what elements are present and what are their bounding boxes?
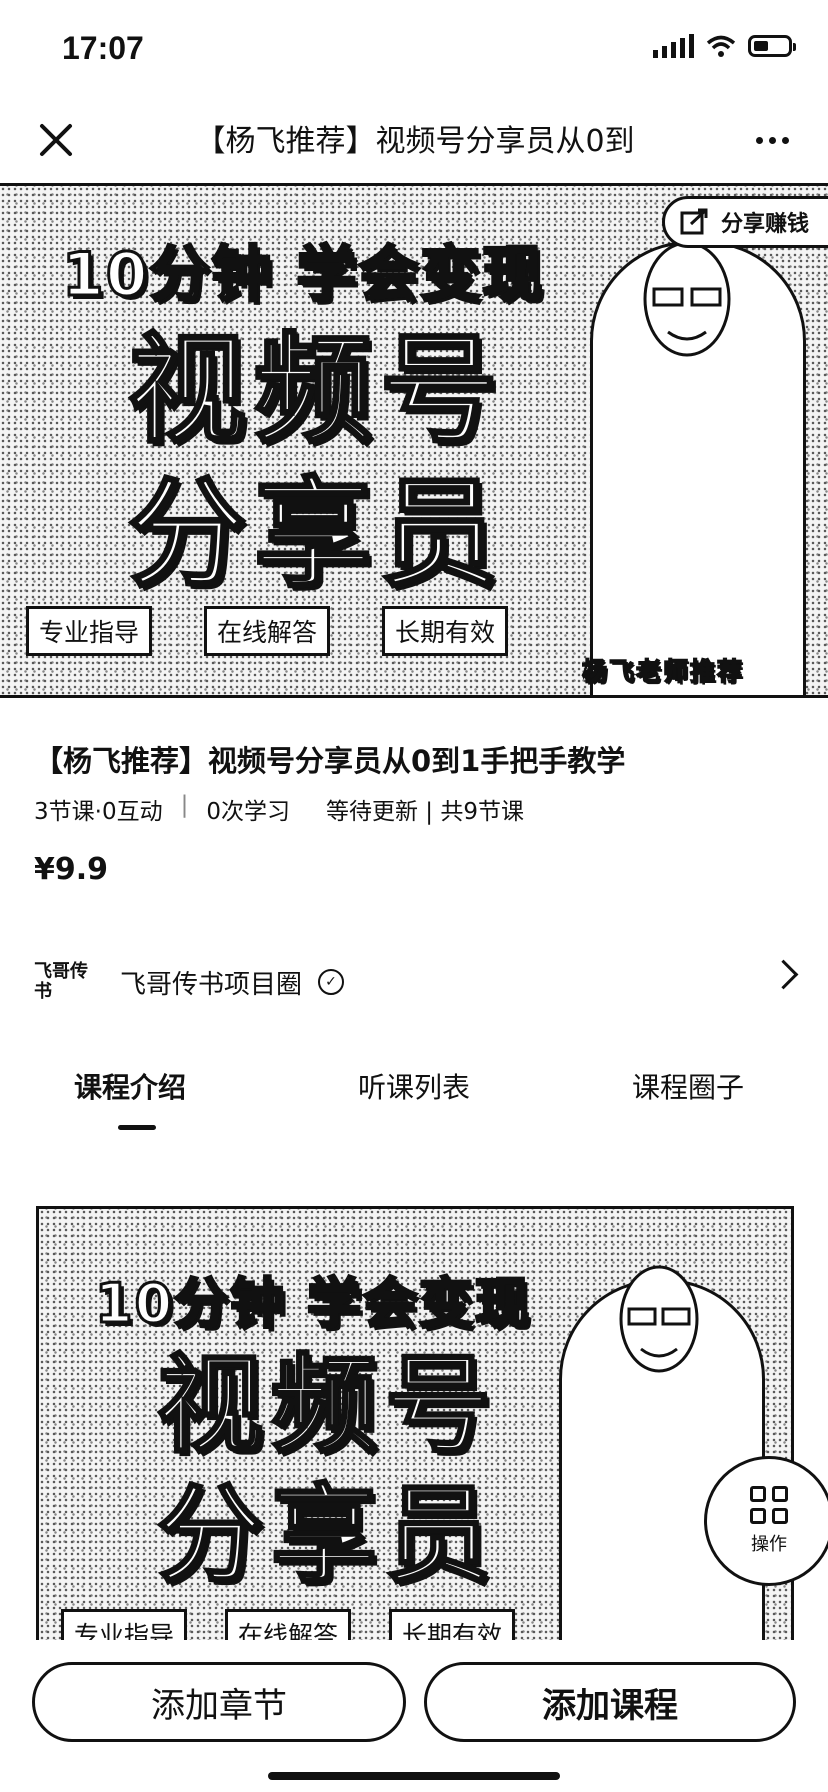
active-tab-indicator <box>118 1125 156 1130</box>
course-title: 【杨飞推荐】视频号分享员从0到1手把手教学 <box>34 744 626 778</box>
banner-tag: 长期有效 <box>382 606 509 656</box>
operations-button[interactable]: 操作 <box>704 1456 828 1586</box>
course-banner: 10分钟 学会变现 视频号 分享员 分享赚钱 专业指导 在线解答 长期有效 杨飞… <box>0 183 828 698</box>
cellular-signal-icon <box>653 34 694 58</box>
status-icons <box>653 34 796 58</box>
share-earn-button[interactable]: 分享赚钱 <box>662 196 828 248</box>
author-logo: 飞哥传书 <box>34 961 88 1002</box>
operations-label: 操作 <box>751 1534 787 1555</box>
banner-caption: 杨飞老师推荐 <box>581 656 745 687</box>
banner-tag: 专业指导 <box>26 606 153 656</box>
bottom-action-bar: 添加章节 添加课程 <box>0 1640 828 1792</box>
learner-count: 0次学习 <box>206 799 290 825</box>
status-time: 17:07 <box>62 30 144 66</box>
add-chapter-button[interactable]: 添加章节 <box>32 1662 406 1742</box>
banner-tag: 在线解答 <box>204 606 331 656</box>
home-indicator <box>268 1772 560 1780</box>
course-meta: 3节课·0互动 | 0次学习 等待更新 | 共9节课 <box>34 792 524 826</box>
close-icon[interactable] <box>34 118 78 162</box>
wifi-icon <box>706 35 736 57</box>
presenter-face-icon <box>619 1265 699 1373</box>
intro-poster: 10分钟 学会变现 视频号 分享员 专业指导 在线解答 长期有效 <box>36 1206 794 1646</box>
more-icon[interactable] <box>750 118 794 162</box>
page-title: 【杨飞推荐】视频号分享员从0到 <box>195 124 635 159</box>
share-icon <box>680 208 708 235</box>
chevron-right-icon <box>768 959 799 990</box>
intro-big-line2: 分享员 <box>156 1473 499 1599</box>
course-tabs: 课程介绍 听课列表 课程圈子 <box>0 1060 828 1140</box>
tab-lesson-list[interactable]: 听课列表 <box>358 1066 470 1106</box>
author-name: 飞哥传书项目圈 <box>120 969 303 1000</box>
share-earn-label: 分享赚钱 <box>721 212 810 237</box>
course-price: ¥9.9 <box>34 852 109 887</box>
tab-course-intro[interactable]: 课程介绍 <box>74 1066 186 1106</box>
add-course-button[interactable]: 添加课程 <box>424 1662 796 1742</box>
verified-badge-icon: ✓ <box>318 969 345 995</box>
battery-icon <box>748 35 796 57</box>
lesson-count: 3节课·0互动 <box>34 799 163 825</box>
tab-course-circle[interactable]: 课程圈子 <box>632 1066 744 1106</box>
author-row[interactable]: 飞哥传书 飞哥传书项目圈 ✓ <box>34 950 799 1014</box>
grid-icon <box>750 1486 788 1524</box>
presenter-face-icon <box>643 241 731 357</box>
banner-big-line2: 分享员 <box>126 464 507 605</box>
meta-divider: | <box>180 792 189 818</box>
update-status: 等待更新 | 共9节课 <box>325 799 524 825</box>
